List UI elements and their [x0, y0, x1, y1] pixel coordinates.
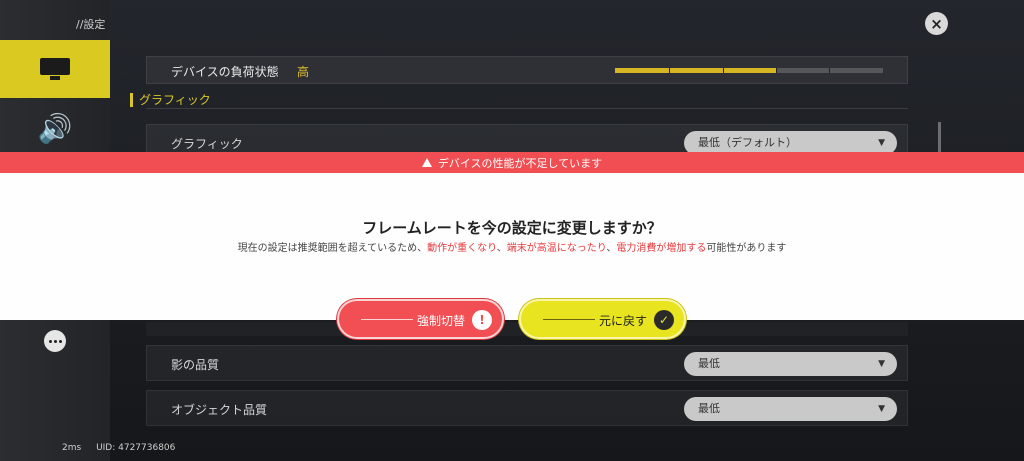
speaker-icon: 🔊	[37, 112, 73, 145]
warning-highlight: 端末が高温になったり	[506, 243, 607, 254]
shadow-select-value: 最低	[698, 357, 720, 370]
setting-label: 影の品質	[171, 358, 220, 372]
force-switch-label: 強制切替	[417, 314, 466, 328]
sidebar-item-more[interactable]	[0, 312, 110, 370]
chevron-down-icon: ▼	[878, 404, 885, 414]
close-button[interactable]: ×	[925, 12, 948, 35]
setting-row-shadow: 影の品質 最低 ▼	[146, 345, 908, 381]
sidebar-item-display[interactable]	[0, 40, 110, 98]
warning-highlight: 電力消費が増加する	[616, 243, 707, 254]
setting-row-object: オブジェクト品質 最低 ▼	[146, 390, 908, 426]
device-load-row: デバイスの負荷状態 高	[146, 56, 908, 84]
sidebar-item-sound[interactable]: 🔊	[0, 100, 110, 158]
status-bar: 2ms UID: 4727736806	[62, 443, 187, 453]
exclamation-icon: !	[472, 310, 492, 330]
setting-label: グラフィック	[171, 137, 243, 151]
button-decoration	[543, 319, 595, 320]
breadcrumb: //設定	[76, 18, 106, 31]
monitor-icon	[40, 58, 70, 80]
more-icon	[44, 330, 66, 352]
chevron-down-icon: ▼	[878, 359, 885, 369]
button-decoration	[361, 319, 413, 320]
shadow-select[interactable]: 最低 ▼	[684, 352, 897, 376]
section-divider	[146, 108, 908, 109]
device-load-bar	[615, 68, 883, 73]
warning-modal: デバイスの性能が不足しています フレームレートを今の設定に変更しますか？ 現在の…	[0, 152, 1024, 320]
close-icon: ×	[930, 14, 943, 33]
setting-label: オブジェクト品質	[171, 403, 268, 417]
check-icon: ✓	[654, 310, 674, 330]
graphic-select-value: 最低（デフォルト）	[698, 136, 797, 149]
modal-description: 現在の設定は推奨範囲を超えているため、動作が重くなり、端末が高温になったり、電力…	[237, 243, 787, 254]
revert-label: 元に戻す	[599, 314, 648, 328]
warning-highlight: 動作が重くなり	[427, 243, 497, 254]
device-load-fill	[615, 68, 776, 73]
uid-label: UID: 4727736806	[96, 443, 176, 453]
warning-icon	[421, 158, 432, 167]
object-select-value: 最低	[698, 402, 720, 415]
modal-body: フレームレートを今の設定に変更しますか？ 現在の設定は推奨範囲を超えているため、…	[0, 173, 1024, 320]
revert-button[interactable]: 元に戻す ✓	[519, 299, 686, 339]
section-title-graphics: グラフィック	[130, 93, 211, 107]
device-load-value: 高	[297, 65, 310, 79]
modal-header-text: デバイスの性能が不足しています	[437, 156, 603, 170]
ping-indicator: 2ms	[62, 443, 82, 453]
force-switch-button[interactable]: 強制切替 !	[337, 299, 504, 339]
modal-header: デバイスの性能が不足しています	[0, 152, 1024, 173]
modal-title: フレームレートを今の設定に変更しますか？	[362, 219, 662, 237]
device-load-label: デバイスの負荷状態	[171, 65, 279, 79]
object-select[interactable]: 最低 ▼	[684, 397, 897, 421]
